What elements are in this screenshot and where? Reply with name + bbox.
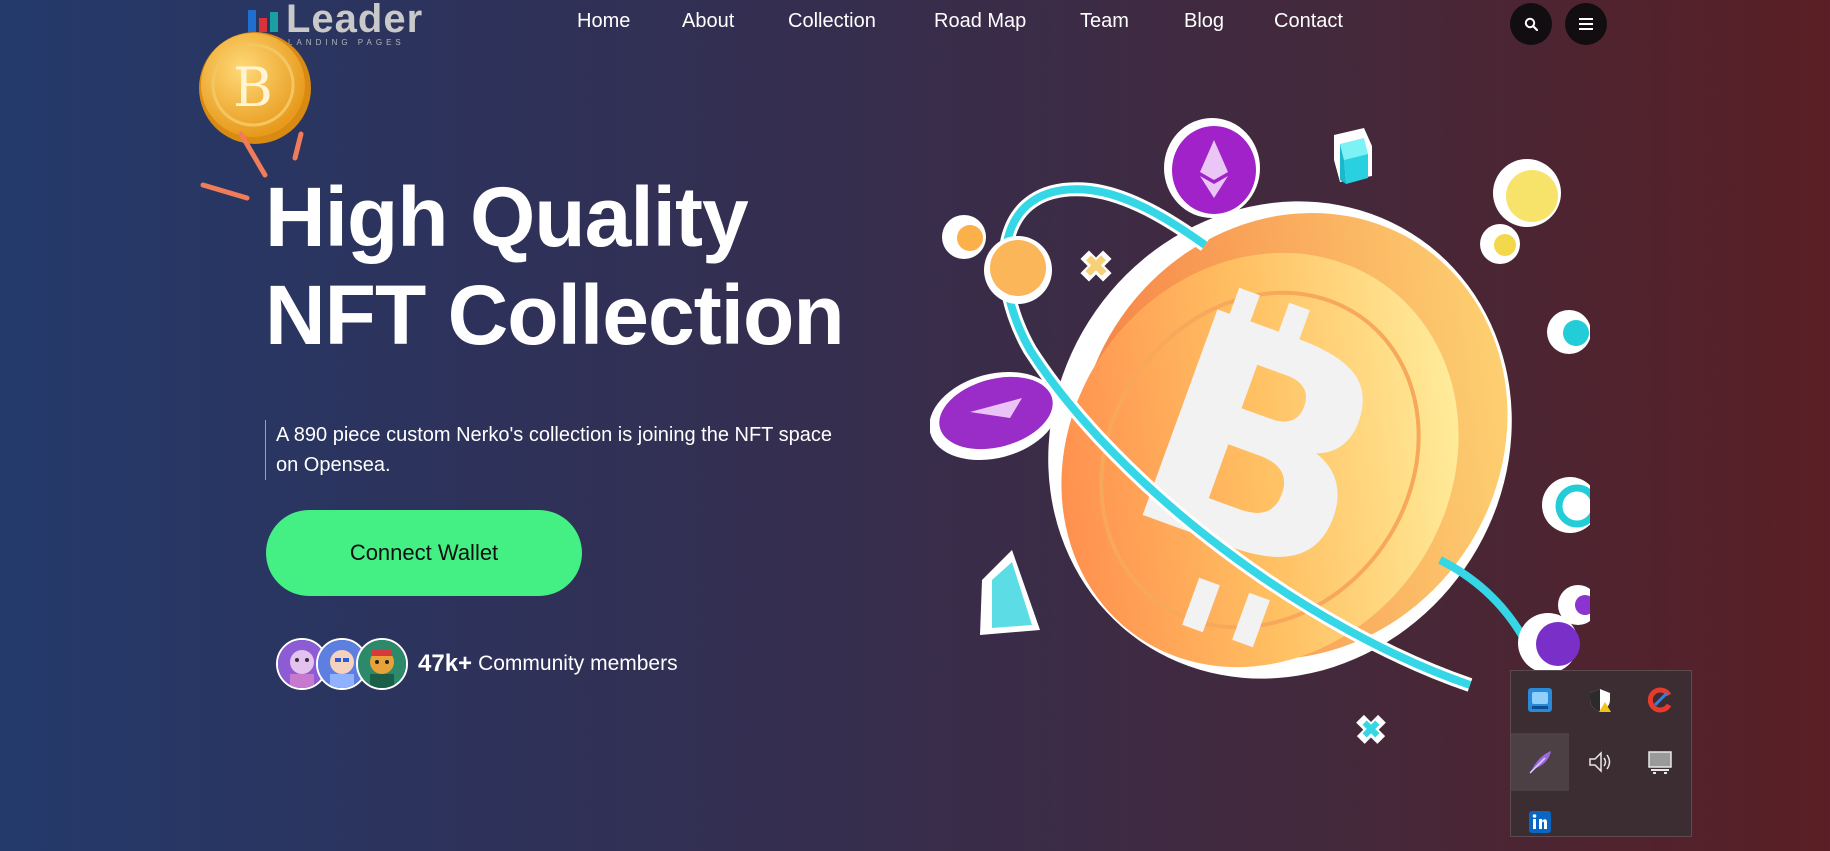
network-monitor-icon[interactable] (1631, 733, 1689, 791)
triangle-icon (980, 550, 1040, 635)
svg-text:B: B (233, 56, 273, 119)
nav-road-map[interactable]: Road Map (934, 10, 1026, 33)
nav-home[interactable]: Home (577, 10, 630, 33)
cube-icon (1334, 128, 1372, 184)
bitcoin-coin-large-icon: B (1048, 201, 1512, 679)
search-button[interactable] (1510, 3, 1552, 45)
nav-contact[interactable]: Contact (1274, 10, 1343, 33)
nav-blog[interactable]: Blog (1184, 10, 1224, 33)
menu-button[interactable] (1565, 3, 1607, 45)
feather-icon[interactable] (1511, 733, 1569, 791)
nav-about[interactable]: About (682, 10, 734, 33)
ethereum-token-icon (1164, 118, 1260, 218)
hero-description: A 890 piece custom Nerko's collection is… (265, 420, 836, 480)
linkedin-icon[interactable] (1511, 793, 1569, 851)
bitcoin-hero-illustration: B (930, 118, 1590, 744)
community-label: Community members (478, 652, 678, 675)
security-shield-icon[interactable] (1571, 671, 1629, 729)
nav-team[interactable]: Team (1080, 10, 1129, 33)
system-tray-popup (1510, 670, 1692, 837)
hero-title-line1: High Quality (265, 170, 749, 264)
cross-icon (1080, 250, 1112, 282)
menu-icon (1579, 18, 1593, 30)
connect-wallet-button[interactable]: Connect Wallet (266, 510, 582, 596)
avatar (356, 638, 408, 690)
nav-collection[interactable]: Collection (788, 10, 876, 33)
ccleaner-icon[interactable] (1631, 671, 1689, 729)
cross-icon (1356, 714, 1386, 744)
community-count: 47k+ (418, 650, 473, 677)
volume-icon[interactable] (1571, 733, 1629, 791)
community-members: 47k+ Community members (276, 638, 678, 690)
intel-graphics-icon[interactable] (1511, 671, 1569, 729)
hero-title: High Quality NFT Collection (265, 168, 845, 364)
search-icon (1524, 17, 1538, 31)
hero-title-line2: NFT Collection (265, 268, 845, 362)
